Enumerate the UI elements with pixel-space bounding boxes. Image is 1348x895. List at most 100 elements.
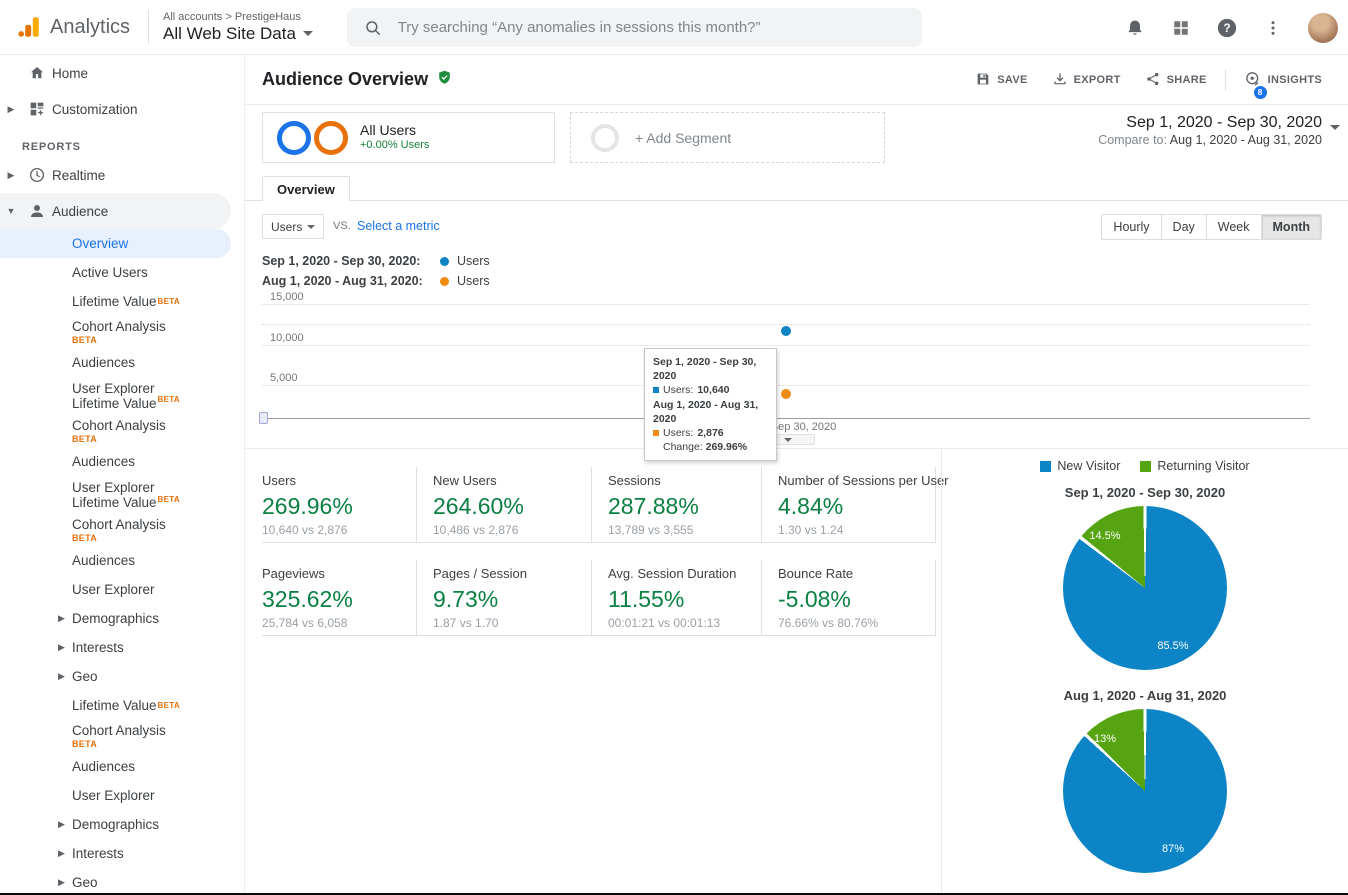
sidebar-subitem-audiences[interactable]: Audiences xyxy=(0,546,244,575)
apps-grid-icon[interactable] xyxy=(1170,17,1192,39)
chevron-down-icon xyxy=(302,30,313,36)
sidebar-subitem-user-explorer[interactable]: User Explorer xyxy=(0,781,244,810)
metric-card-pages-session[interactable]: Pages / Session 9.73% 1.87 vs 1.70 xyxy=(417,560,592,636)
metric-card-users[interactable]: Users 269.96% 10,640 vs 2,876 xyxy=(262,467,417,543)
analytics-logo[interactable]: Analytics xyxy=(0,14,148,40)
granularity-hourly[interactable]: Hourly xyxy=(1101,214,1162,240)
sidebar-item-customization[interactable]: ▶ Customization xyxy=(0,91,244,127)
segment-subtitle: +0.00% Users xyxy=(360,139,430,152)
metric-card-bounce-rate[interactable]: Bounce Rate -5.08% 76.66% vs 80.76% xyxy=(762,560,936,636)
beta-badge: BETA xyxy=(157,395,180,405)
pie-legend-returning-visitor: Returning Visitor xyxy=(1140,459,1250,473)
sidebar-subitem-label: Cohort Analysis xyxy=(72,723,166,739)
breadcrumb: All accounts > PrestigeHaus xyxy=(163,10,301,23)
sidebar-subitem-label: Geo xyxy=(72,669,98,685)
chevron-right-icon[interactable]: ▶ xyxy=(0,170,22,181)
report-toolbar: SAVE EXPORT SHARE INSIGHTS 8 xyxy=(965,55,1332,105)
date-range-picker[interactable]: Sep 1, 2020 - Sep 30, 2020 Compare to: A… xyxy=(1098,113,1340,149)
sidebar-subitem-demographics[interactable]: ▶ Demographics xyxy=(0,810,244,839)
export-button[interactable]: EXPORT xyxy=(1042,65,1131,96)
granularity-month[interactable]: Month xyxy=(1261,214,1322,240)
sidebar-item-realtime[interactable]: ▶ Realtime xyxy=(0,157,244,193)
sidebar-subitem-label: Lifetime Value xyxy=(72,698,157,714)
visitor-pie-current[interactable]: 14.5% 85.5% xyxy=(1063,506,1227,670)
page-title: Audience Overview xyxy=(262,69,429,89)
sidebar-section-reports: REPORTS xyxy=(22,141,81,153)
sidebar-subitem-cohort-analysis[interactable]: Cohort Analysis BETA xyxy=(0,316,244,348)
metric-card-new-users[interactable]: New Users 264.60% 10,486 vs 2,876 xyxy=(417,467,592,543)
sidebar-subitem-cohort-analysis[interactable]: Cohort Analysis BETA xyxy=(0,415,244,447)
sidebar-subitem-audiences[interactable]: Audiences xyxy=(0,752,244,781)
legend-label: Returning Visitor xyxy=(1157,459,1250,473)
timeline-slider-handle[interactable] xyxy=(259,412,268,424)
granularity-week[interactable]: Week xyxy=(1206,214,1262,240)
metric-card-sessions[interactable]: Sessions 287.88% 13,789 vs 3,555 xyxy=(592,467,762,543)
granularity-day[interactable]: Day xyxy=(1161,214,1207,240)
legend-series-name: Users xyxy=(457,274,490,288)
main-content: Audience Overview SAVE EXPORT SHARE INSIGHT… xyxy=(245,55,1348,893)
segment-all-users[interactable]: All Users +0.00% Users xyxy=(262,112,555,163)
sidebar-subitem-demographics[interactable]: ▶ Demographics xyxy=(0,604,244,633)
notifications-bell-icon[interactable] xyxy=(1124,17,1146,39)
tooltip-period-1: Sep 1, 2020 - Sep 30, 2020 xyxy=(653,356,757,383)
sidebar-subitem-interests[interactable]: ▶ Interests xyxy=(0,839,244,868)
chevron-right-icon: ▶ xyxy=(58,642,65,653)
overflow-menu-icon[interactable] xyxy=(1262,17,1284,39)
visitor-type-column: New Visitor Returning Visitor Sep 1, 2020… xyxy=(942,457,1348,873)
legend-label: New Visitor xyxy=(1057,459,1121,473)
tab-bar: Overview xyxy=(245,176,1348,201)
sidebar-item-label: Realtime xyxy=(52,167,106,183)
tab-overview[interactable]: Overview xyxy=(262,176,350,201)
sidebar-subitem-label: Audiences xyxy=(72,354,136,370)
search-input[interactable] xyxy=(397,19,906,36)
save-button[interactable]: SAVE xyxy=(965,65,1037,96)
metric-label: Avg. Session Duration xyxy=(608,566,737,581)
add-segment-button[interactable]: + Add Segment xyxy=(570,112,885,163)
tab-overview-label: Overview xyxy=(277,181,335,197)
users-timeseries-chart[interactable]: 15,000 10,000 5,000 Sep 1, 2020 - Sep 30, … xyxy=(259,291,1310,462)
insights-button[interactable]: INSIGHTS 8 xyxy=(1234,64,1332,99)
sidebar-subitem-cohort-analysis[interactable]: Cohort Analysis BETA xyxy=(0,720,244,752)
sidebar-subitem-geo[interactable]: ▶ Geo xyxy=(0,868,244,893)
visitor-pie-compare[interactable]: 13% 87% xyxy=(1063,709,1227,873)
sidebar-subitem-label: Geo xyxy=(72,874,98,890)
share-button[interactable]: SHARE xyxy=(1135,65,1217,96)
chevron-right-icon[interactable]: ▶ xyxy=(0,104,22,115)
sidebar-subitem-label: Cohort Analysis xyxy=(72,418,166,434)
sidebar-subitem-overview[interactable]: Overview xyxy=(0,229,231,258)
metric-percent-change: 264.60% xyxy=(433,493,524,519)
legend-date-label: Aug 1, 2020 - Aug 31, 2020: xyxy=(262,274,423,288)
sidebar-item-home[interactable]: Home xyxy=(0,55,244,91)
export-icon xyxy=(1052,71,1068,90)
sidebar-subitem-lifetime-value[interactable]: Lifetime Value BETA xyxy=(0,691,244,720)
beta-badge: BETA xyxy=(72,532,98,543)
sidebar-subitem-user-explorer[interactable]: User Explorer xyxy=(0,575,244,604)
metric-card-number-of-sessions-per-user[interactable]: Number of Sessions per User 4.84% 1.30 vs … xyxy=(762,467,949,543)
metric-select-dropdown[interactable]: Users xyxy=(262,214,324,239)
property-selector[interactable]: All accounts > PrestigeHaus All Web Site… xyxy=(163,11,313,43)
sidebar-subitem-geo[interactable]: ▶ Geo xyxy=(0,662,244,691)
metric-card-pageviews[interactable]: Pageviews 325.62% 25,784 vs 6,058 xyxy=(262,560,417,636)
sidebar-subitem-lifetime-value[interactable]: Lifetime Value BETA xyxy=(0,287,244,316)
sidebar-subitem-active-users[interactable]: Active Users xyxy=(0,258,244,287)
sidebar-subitem-interests[interactable]: ▶ Interests xyxy=(0,633,244,662)
sidebar-subitem-cohort-analysis[interactable]: Cohort Analysis BETA xyxy=(0,514,244,546)
sidebar-item-audience[interactable]: ▼ Audience xyxy=(0,193,231,229)
sidebar-subitem-user-explorer-lifetime-value[interactable]: User Explorer Lifetime ValueBETA xyxy=(0,377,244,415)
tooltip-series-1-label: Users: xyxy=(663,384,694,397)
granularity-toggle: Hourly Day Week Month xyxy=(1101,214,1322,240)
chevron-down-icon[interactable]: ▼ xyxy=(0,206,22,216)
data-point-compare[interactable] xyxy=(781,389,791,399)
compare-prefix: Compare to: xyxy=(1098,133,1167,147)
help-icon[interactable]: ? xyxy=(1216,17,1238,39)
data-point-current[interactable] xyxy=(781,326,791,336)
sidebar-subitem-label: Cohort Analysis xyxy=(72,517,166,533)
metric-card-avg-session-duration[interactable]: Avg. Session Duration 11.55% 00:01:21 vs 0… xyxy=(592,560,762,636)
search-bar[interactable] xyxy=(347,8,922,47)
sidebar-subitem-audiences[interactable]: Audiences xyxy=(0,348,244,377)
select-a-metric-link[interactable]: Select a metric xyxy=(357,219,440,233)
sidebar-subitem-user-explorer-lifetime-value[interactable]: User Explorer Lifetime ValueBETA xyxy=(0,476,244,514)
sidebar-subitem-audiences[interactable]: Audiences xyxy=(0,447,244,476)
chevron-right-icon: ▶ xyxy=(58,847,65,858)
user-avatar[interactable] xyxy=(1308,12,1338,43)
